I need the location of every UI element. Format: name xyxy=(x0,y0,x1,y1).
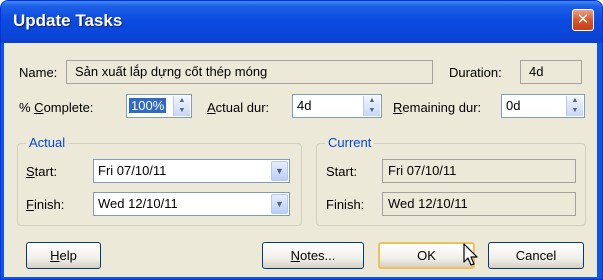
remaining-duration-label: Remaining dur: xyxy=(393,100,482,115)
current-finish-label: Finish: xyxy=(326,197,365,212)
actual-finish-combo[interactable]: Wed 12/10/11 ▼ xyxy=(93,192,290,216)
dialog-title: Update Tasks xyxy=(13,11,123,30)
actual-duration-label: Actual dur: xyxy=(207,100,270,115)
current-start-label: Start: xyxy=(326,164,358,179)
percent-spin-buttons[interactable]: ▲ ▼ xyxy=(173,96,190,116)
spin-down-icon[interactable]: ▼ xyxy=(364,106,380,116)
percent-complete-spinner[interactable]: 100% ▲ ▼ xyxy=(126,94,192,118)
chevron-down-icon[interactable]: ▼ xyxy=(271,194,288,214)
chevron-down-icon[interactable]: ▼ xyxy=(271,161,288,181)
current-finish-field: Wed 12/10/11 xyxy=(382,192,576,216)
current-group: Current Start: Fri 07/10/11 Finish: Wed … xyxy=(316,135,586,226)
percent-complete-value[interactable]: 100% xyxy=(129,98,167,113)
actual-group-title: Actual xyxy=(26,135,69,150)
current-group-title: Current xyxy=(325,135,375,150)
dialog-body: Name: Sản xuất lắp dựng cốt thép móng Du… xyxy=(4,43,597,277)
percent-complete-label: % Complete: xyxy=(19,100,94,115)
actual-duration-value[interactable]: 4d xyxy=(297,98,311,113)
name-label: Name: xyxy=(19,65,58,80)
close-icon[interactable]: ✕ xyxy=(572,9,594,31)
spin-up-icon[interactable]: ▲ xyxy=(364,96,380,106)
duration-field: 4d xyxy=(520,60,582,84)
mouse-cursor-icon xyxy=(463,243,478,266)
actual-start-label: Start: xyxy=(26,164,58,179)
actual-duration-spinner[interactable]: 4d ▲ ▼ xyxy=(292,94,382,118)
actual-finish-label: Finish: xyxy=(26,197,65,212)
task-name-field: Sản xuất lắp dựng cốt thép móng xyxy=(66,60,433,84)
actual-dur-spin-buttons[interactable]: ▲ ▼ xyxy=(363,96,380,116)
cancel-button[interactable]: Cancel xyxy=(488,242,584,269)
spin-up-icon[interactable]: ▲ xyxy=(174,96,190,106)
spin-down-icon[interactable]: ▼ xyxy=(567,106,583,116)
actual-start-combo[interactable]: Fri 07/10/11 ▼ xyxy=(93,159,290,183)
spin-up-icon[interactable]: ▲ xyxy=(567,96,583,106)
title-bar[interactable]: Update Tasks ✕ xyxy=(1,1,602,43)
remaining-duration-spinner[interactable]: 0d ▲ ▼ xyxy=(501,94,585,118)
help-button[interactable]: Help xyxy=(26,242,101,269)
remaining-spin-buttons[interactable]: ▲ ▼ xyxy=(566,96,583,116)
actual-group: Actual Start: Fri 07/10/11 ▼ Finish: Wed… xyxy=(17,135,302,226)
duration-label: Duration: xyxy=(449,65,502,80)
actual-start-value[interactable]: Fri 07/10/11 xyxy=(98,163,166,178)
ok-button[interactable]: OK xyxy=(378,242,475,269)
current-start-field: Fri 07/10/11 xyxy=(382,159,576,183)
spin-down-icon[interactable]: ▼ xyxy=(174,106,190,116)
update-tasks-dialog: Update Tasks ✕ Name: Sản xuất lắp dựng c… xyxy=(0,0,603,280)
notes-button[interactable]: Notes... xyxy=(262,242,364,269)
remaining-duration-value[interactable]: 0d xyxy=(506,98,520,113)
actual-finish-value[interactable]: Wed 12/10/11 xyxy=(98,196,178,211)
